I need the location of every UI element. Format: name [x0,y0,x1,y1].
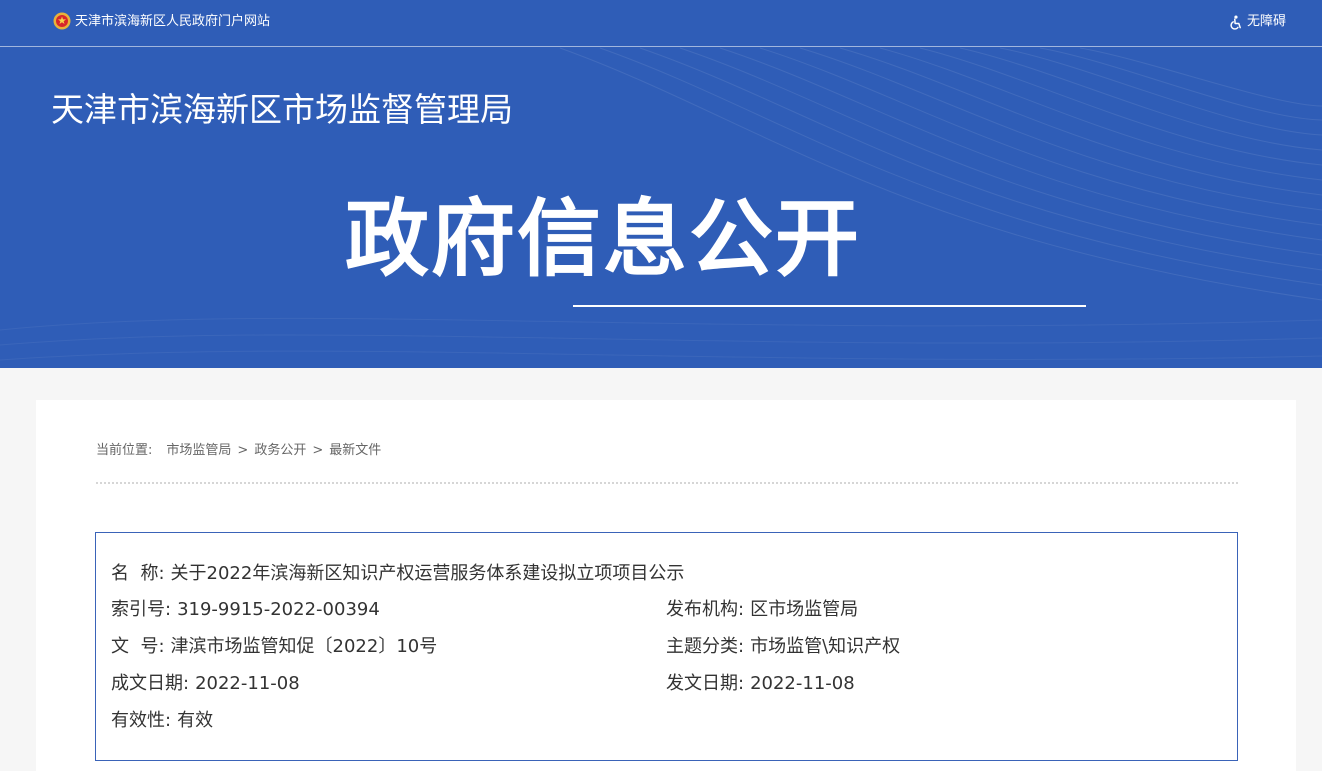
doc-number-value: 津滨市场监管知促〔2022〕10号 [170,636,438,657]
doc-name-row: 名 称: 关于2022年滨海新区知识产权运营服务体系建设拟立项项目公示 [111,562,684,586]
breadcrumb-item-latest-docs[interactable]: 最新文件 [329,442,381,460]
doc-publisher-row: 发布机构: 区市场监管局 [666,598,858,622]
doc-index-row: 索引号: 319-9915-2022-00394 [111,598,380,622]
breadcrumb-separator: > [312,443,324,458]
doc-publisher-label: 发布机构: [666,599,745,620]
doc-index-value: 319-9915-2022-00394 [177,599,380,620]
doc-issued-label: 发文日期: [666,673,745,694]
doc-issued-value: 2022-11-08 [750,673,855,694]
doc-created-value: 2022-11-08 [195,673,300,694]
dotted-divider [96,482,1238,484]
doc-publisher-value: 区市场监管局 [750,599,859,620]
top-bar: 天津市滨海新区人民政府门户网站 无障碍 [0,0,1322,47]
bureau-name: 天津市滨海新区市场监督管理局 [51,90,513,129]
doc-validity-value: 有效 [177,710,214,731]
national-emblem-icon [53,12,71,30]
doc-issued-row: 发文日期: 2022-11-08 [666,672,855,696]
document-meta-box: 名 称: 关于2022年滨海新区知识产权运营服务体系建设拟立项项目公示 索引号: 3… [95,532,1238,761]
doc-index-label: 索引号: [111,599,172,620]
doc-name-label: 名 称: [111,563,165,584]
doc-validity-label: 有效性: [111,710,172,731]
doc-name-value: 关于2022年滨海新区知识产权运营服务体系建设拟立项项目公示 [170,563,685,584]
breadcrumb-label: 当前位置: [96,443,153,458]
breadcrumb-separator: > [237,443,249,458]
doc-validity-row: 有效性: 有效 [111,709,213,733]
doc-topic-row: 主题分类: 市场监管\知识产权 [666,635,900,659]
doc-created-label: 成文日期: [111,673,190,694]
doc-created-row: 成文日期: 2022-11-08 [111,672,300,696]
doc-number-label: 文 号: [111,636,165,657]
doc-topic-label: 主题分类: [666,636,745,657]
gov-portal-link[interactable]: 天津市滨海新区人民政府门户网站 [75,13,270,31]
title-underline [573,305,1086,307]
breadcrumb-item-gov-affairs[interactable]: 政务公开 [254,442,306,460]
content-card: 当前位置: 市场监管局 > 政务公开 > 最新文件 名 称: 关于2022年滨海新… [36,400,1296,771]
breadcrumb: 当前位置: 市场监管局 > 政务公开 > 最新文件 [96,442,381,460]
section-title: 政府信息公开 [345,190,862,288]
doc-number-row: 文 号: 津滨市场监管知促〔2022〕10号 [111,635,437,659]
accessibility-label: 无障碍 [1246,14,1286,29]
accessibility-icon [1230,14,1241,30]
doc-topic-value: 市场监管\知识产权 [750,636,901,657]
breadcrumb-item-bureau[interactable]: 市场监管局 [166,442,231,460]
header-banner: 天津市滨海新区人民政府门户网站 无障碍 天津市滨海新区市场监督管理局 政府信息公… [0,0,1322,368]
accessibility-button[interactable]: 无障碍 [1228,13,1286,31]
